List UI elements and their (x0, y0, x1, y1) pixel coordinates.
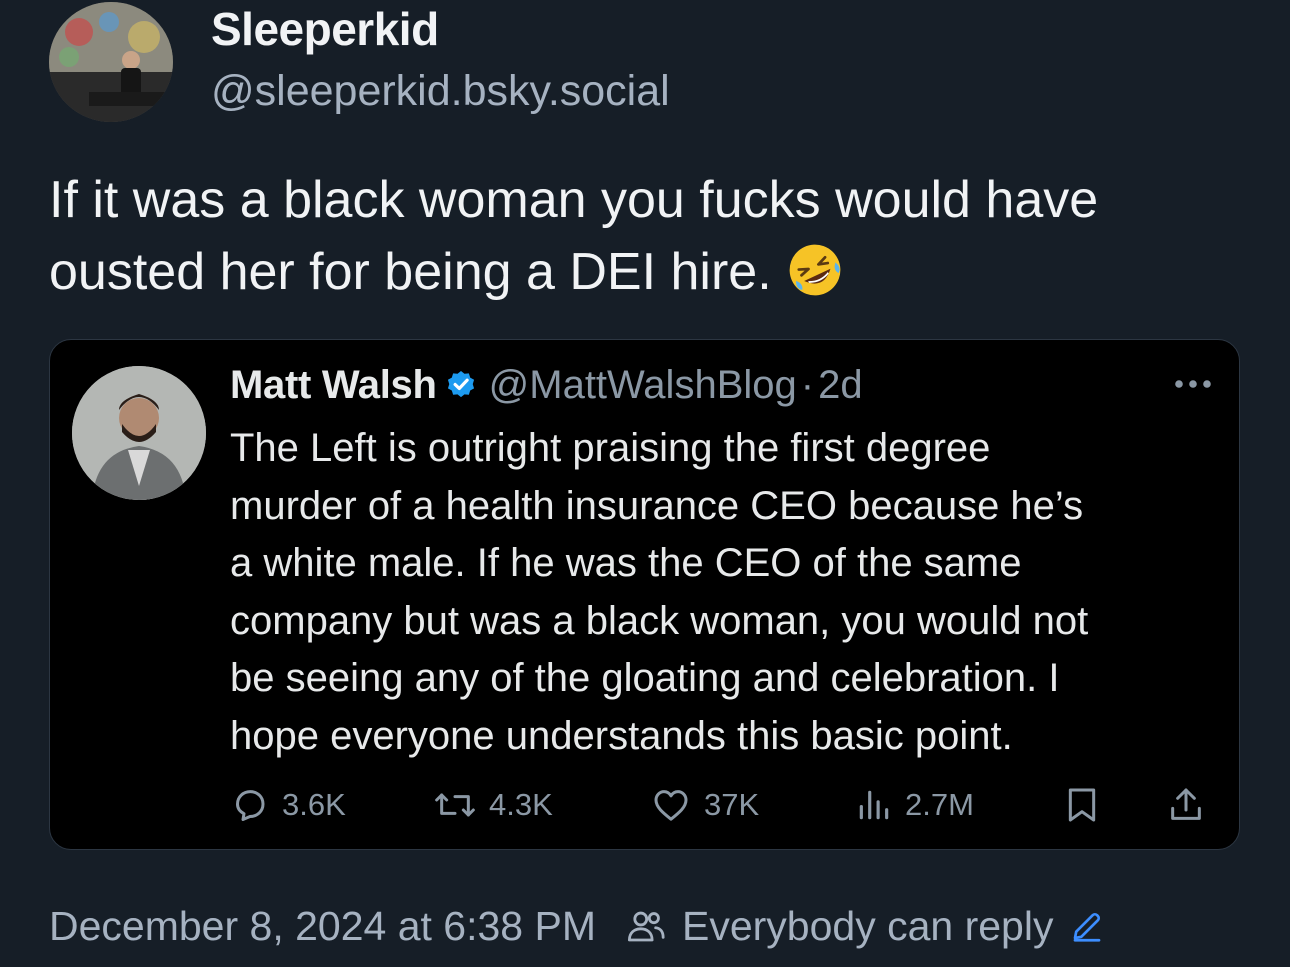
repost-action[interactable]: 4.3K (433, 780, 553, 830)
post-timestamp: December 8, 2024 at 6:38 PM (49, 902, 596, 949)
post-text-line: ousted her for being a DEI hire. (49, 236, 1269, 308)
verified-badge-icon (447, 371, 474, 398)
avatar-photo-icon (72, 366, 206, 500)
quoted-text-line: hope everyone understands this basic poi… (230, 713, 1013, 758)
quoted-post-card[interactable]: Matt Walsh @MattWalshBlog · 2d The Left … (49, 339, 1240, 850)
bookmark-icon (1068, 788, 1096, 822)
quoted-author-handle[interactable]: @MattWalshBlog (489, 363, 797, 408)
rolling-laughing-emoji-icon (789, 244, 841, 296)
views-chart-icon (859, 790, 889, 820)
quoted-post-time[interactable]: 2d (818, 363, 863, 408)
quoted-post-text: The Left is outright praising the first … (230, 420, 1230, 765)
quoted-text-line: company but was a black woman, you would… (230, 598, 1089, 643)
share-action[interactable] (1166, 780, 1218, 830)
post-text: If it was a black woman you fucks would … (49, 164, 1269, 308)
post-text-line-content: ousted her for being a DEI hire. (49, 243, 772, 301)
like-count: 37K (704, 787, 760, 822)
reply-setting[interactable]: Everybody can reply (682, 903, 1053, 950)
quoted-author-avatar[interactable] (72, 366, 206, 500)
share-icon (1171, 788, 1201, 820)
like-action[interactable]: 37K (650, 780, 759, 830)
more-options-icon[interactable] (1173, 378, 1213, 390)
people-icon (627, 911, 665, 942)
quoted-post-actions: 3.6K 4.3K 37K 2.7M (50, 780, 1239, 830)
quoted-text-line: a white male. If he was the CEO of the s… (230, 541, 1022, 585)
quoted-text-line: be seeing any of the gloating and celebr… (230, 656, 1060, 700)
author-avatar[interactable] (49, 2, 173, 122)
post: Sleeperkid @sleeperkid.bsky.social If it… (0, 0, 1290, 967)
quoted-author-name[interactable]: Matt Walsh (230, 363, 437, 408)
reply-action[interactable]: 3.6K (230, 780, 346, 830)
edit-pencil-icon[interactable] (1069, 908, 1105, 944)
reply-count: 3.6K (282, 787, 346, 822)
heart-icon (654, 790, 688, 821)
post-footer: December 8, 2024 at 6:38 PM Everybody ca… (49, 898, 1105, 954)
avatar-photo-icon (49, 2, 173, 122)
author-handle[interactable]: @sleeperkid.bsky.social (211, 67, 670, 116)
repost-count: 4.3K (489, 787, 553, 822)
views-action[interactable]: 2.7M (855, 780, 974, 830)
bookmark-action[interactable] (1062, 780, 1114, 830)
author-display-name[interactable]: Sleeperkid (211, 2, 439, 56)
post-text-line: If it was a black woman you fucks would … (49, 171, 1099, 229)
header-separator: · (800, 362, 815, 407)
reply-icon (236, 790, 265, 821)
quoted-post-header: Matt Walsh @MattWalshBlog · 2d (230, 360, 863, 410)
quoted-text-line: The Left is outright praising the first … (230, 426, 991, 470)
quoted-text-line: murder of a health insurance CEO because… (230, 483, 1084, 528)
repost-icon (435, 793, 475, 817)
views-count: 2.7M (905, 787, 974, 822)
